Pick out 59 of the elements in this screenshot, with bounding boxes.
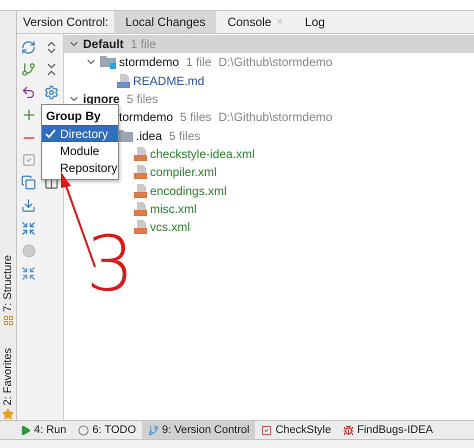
file-name: encodings.xml: [150, 184, 227, 198]
menu-item[interactable]: Repository: [42, 159, 118, 176]
file-name: compiler.xml: [150, 165, 217, 180]
structure-icon: [2, 314, 14, 326]
file-icon: [134, 202, 147, 216]
undo-icon[interactable]: [21, 84, 36, 100]
menu-title: Group By: [45, 108, 102, 125]
node-name: .idea: [136, 128, 162, 143]
file-count: 1 file: [186, 55, 212, 70]
node-name: ignore: [83, 92, 120, 106]
file-icon: [117, 74, 130, 88]
annotation-number: 3: [86, 226, 134, 302]
branch-icon[interactable]: [21, 62, 36, 78]
node-name: stormdemo: [119, 55, 180, 70]
tool-tab[interactable]: 9: Version Control: [142, 421, 256, 439]
download-icon[interactable]: [21, 198, 36, 213]
path-text: D:\Github\stormdemo: [218, 55, 332, 70]
tree-row[interactable]: Default 1 file: [64, 35, 474, 54]
todo-icon: [78, 424, 90, 436]
settings-icon[interactable]: [44, 84, 59, 100]
tool-tab[interactable]: 6: TODO: [72, 421, 142, 439]
tab[interactable]: Log: [294, 11, 336, 33]
menu-item[interactable]: Directory: [42, 125, 118, 142]
file-icon: [134, 165, 147, 180]
refresh-icon[interactable]: [21, 40, 36, 55]
branch-icon: [148, 424, 160, 436]
file-name: misc.xml: [150, 202, 197, 216]
checkbox-icon[interactable]: [22, 153, 36, 168]
check-icon: [45, 128, 56, 138]
tool-window-tab[interactable]: 2: Favorites: [2, 348, 14, 406]
path-text: D:\Github\stormdemo: [218, 110, 332, 124]
file-name: README.md: [133, 74, 204, 88]
run-icon: [20, 424, 31, 436]
node-name: tormdemo: [119, 110, 174, 124]
file-count: 5 files: [126, 92, 158, 106]
diff-icon[interactable]: [21, 175, 36, 190]
merge-icon[interactable]: [21, 266, 36, 281]
file-icon: [134, 146, 147, 161]
tool-tab[interactable]: 4: Run: [14, 421, 72, 439]
file-count: 5 files: [180, 110, 212, 124]
shrink-icon[interactable]: [21, 220, 36, 236]
file-icon: [134, 184, 147, 198]
panel-title: Version Control:: [22, 14, 110, 31]
menu-item[interactable]: Module: [42, 142, 118, 159]
tree-row[interactable]: ignore 5 files: [64, 90, 474, 108]
file-count: 1 file: [130, 37, 156, 52]
checkstyle-icon: [261, 424, 272, 436]
tool-window-tab[interactable]: 7: Structure: [2, 255, 14, 312]
node-name: Default: [83, 37, 124, 52]
file-count: 5 files: [169, 128, 200, 143]
star-icon: [2, 408, 14, 420]
file-icon: [134, 220, 147, 234]
tool-tab[interactable]: FindBugs-IDEA: [337, 421, 439, 439]
tool-tab[interactable]: CheckStyle: [255, 421, 338, 439]
tab[interactable]: Console ×: [216, 11, 294, 33]
file-name: vcs.xml: [150, 220, 190, 234]
tab[interactable]: Local Changes: [114, 11, 216, 33]
file-name: checkstyle-idea.xml: [150, 146, 255, 161]
bug-icon: [343, 424, 354, 436]
